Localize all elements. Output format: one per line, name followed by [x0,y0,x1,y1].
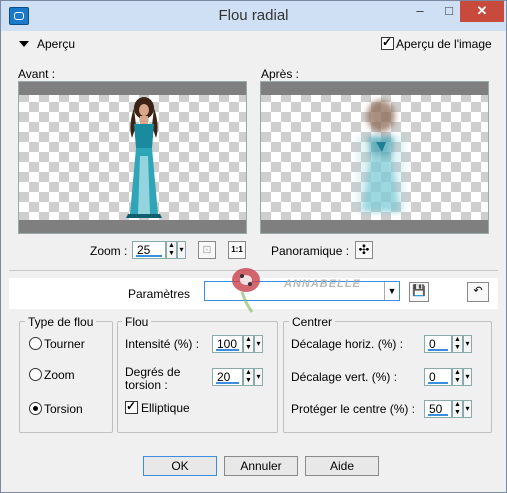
before-label: Avant : [18,67,56,81]
after-label: Après : [261,67,300,81]
voffset-input[interactable]: 0 [424,368,452,386]
elliptic-label: Elliptique [141,401,190,415]
hoffset-input[interactable]: 0 [424,335,452,353]
dialog-window: Flou radial – □ ✕ Aperçu Aperçu de l'ima… [0,0,507,493]
voffset-dropdown-arrow[interactable]: ▾ [463,368,472,386]
torsion-label-line1: Degrés de [125,365,181,379]
intensity-input[interactable]: 100 [212,335,243,353]
radio-zoom[interactable] [29,368,42,381]
hoffset-spinner[interactable]: ▲ ▼ [452,335,463,353]
elliptic-checkbox[interactable] [125,399,138,414]
protect-dropdown-arrow[interactable]: ▾ [463,400,472,418]
torsion-input[interactable]: 20 [212,368,243,386]
maximize-button[interactable]: □ [435,1,463,22]
zoom-label: Zoom : [90,244,128,258]
hoffset-dropdown-arrow[interactable]: ▾ [463,335,472,353]
zoom-input[interactable]: 25 [132,241,166,259]
title-bar: Flou radial – □ ✕ [1,1,506,31]
close-button[interactable]: ✕ [460,1,504,22]
protect-spinner[interactable]: ▲ ▼ [452,400,463,418]
zoom-spinner[interactable]: ▲ ▼ [166,241,177,259]
zoom-dropdown-arrow[interactable]: ▾ [177,241,186,259]
center-title: Centrer [289,315,336,329]
pan-move-icon[interactable]: ✣ [355,241,373,259]
collapse-triangle-icon[interactable] [19,41,29,47]
cancel-button[interactable]: Annuler [224,456,298,476]
params-dropdown-arrow[interactable]: ▼ [384,282,399,300]
help-button[interactable]: Aide [305,456,379,476]
radio-tourner[interactable] [29,337,42,350]
reset-icon[interactable]: ↶ [467,282,489,302]
protect-input[interactable]: 50 [424,400,452,418]
torsion-label-line2: torsion : [125,378,168,392]
pan-label: Panoramique : [271,244,350,258]
show-image-label: Aperçu de l'image [396,37,492,51]
ok-button[interactable]: OK [143,456,217,476]
minimize-button[interactable]: – [406,1,434,22]
label-torsion: Torsion [44,402,83,416]
radio-torsion[interactable] [29,402,42,415]
blurred-figure-image [356,100,406,212]
zoom-fit-icon[interactable]: ⊡ [198,241,216,259]
torsion-dropdown-arrow[interactable]: ▾ [254,368,263,386]
ladybug-watermark-logo [232,268,260,313]
after-preview[interactable] [260,81,489,234]
watermark-text: ANNABELLE [284,278,361,290]
save-preset-icon[interactable]: 💾 [409,282,429,302]
intensity-spinner[interactable]: ▲ ▼ [243,335,254,353]
label-tourner: Tourner [44,337,85,351]
hoffset-label: Décalage horiz. (%) : [291,337,404,351]
label-zoom: Zoom [44,368,75,382]
voffset-spinner[interactable]: ▲ ▼ [452,368,463,386]
show-image-checkbox[interactable] [381,35,394,50]
intensity-dropdown-arrow[interactable]: ▾ [254,335,263,353]
protect-label: Protéger le centre (%) : [291,402,416,416]
params-label: Paramètres [128,287,191,301]
before-preview[interactable] [18,81,247,234]
voffset-label: Décalage vert. (%) : [291,370,398,384]
intensity-label: Intensité (%) : [125,337,200,351]
blur-title: Flou [122,315,152,329]
apercu-label: Aperçu [37,37,76,51]
torsion-spinner[interactable]: ▲ ▼ [243,368,254,386]
blur-type-title: Type de flou [25,315,97,329]
woman-figure-image [126,97,162,218]
